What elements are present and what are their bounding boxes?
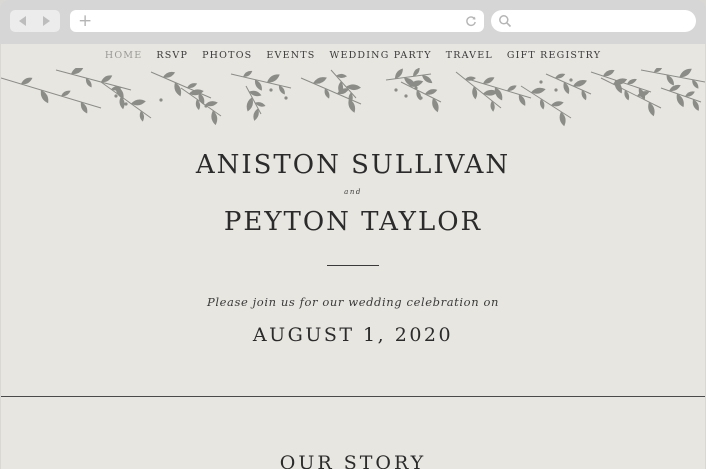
berry-icon bbox=[284, 96, 288, 100]
and-text: and bbox=[344, 188, 362, 196]
wedding-date: AUGUST 1, 2020 bbox=[252, 324, 454, 346]
chevron-left-icon[interactable] bbox=[19, 16, 26, 26]
leaf-icon bbox=[119, 96, 125, 110]
leaf-garland-icon bbox=[1, 68, 705, 127]
section-divider bbox=[1, 396, 705, 397]
leaf-icon bbox=[139, 110, 145, 122]
search-icon bbox=[499, 15, 512, 28]
berry-icon bbox=[554, 88, 558, 92]
nav-item-travel[interactable]: TRAVEL bbox=[446, 44, 493, 68]
stem-icon bbox=[100, 81, 152, 119]
stem-icon bbox=[150, 71, 212, 99]
divider bbox=[327, 265, 379, 266]
address-bar[interactable]: + bbox=[70, 10, 484, 32]
reload-icon[interactable] bbox=[465, 15, 477, 27]
berry-icon bbox=[404, 94, 408, 98]
history-buttons bbox=[10, 10, 60, 32]
chevron-right-icon[interactable] bbox=[43, 16, 50, 26]
nav-item-gift-registry[interactable]: GIFT REGISTRY bbox=[507, 44, 601, 68]
browser-toolbar: + bbox=[0, 0, 706, 44]
nav-item-rsvp[interactable]: RSVP bbox=[156, 44, 188, 68]
berry-icon bbox=[394, 88, 398, 92]
nav-item-home[interactable]: HOME bbox=[105, 44, 143, 68]
berry-icon bbox=[159, 98, 163, 102]
stem-icon bbox=[1, 77, 102, 109]
berry-icon bbox=[539, 80, 543, 84]
stem-icon bbox=[520, 85, 572, 119]
leaf-icon bbox=[211, 110, 218, 126]
berry-icon bbox=[269, 88, 273, 92]
partner-one-name: ANISTON SULLIVAN bbox=[195, 150, 511, 180]
search-input[interactable] bbox=[491, 10, 696, 32]
plus-icon[interactable]: + bbox=[78, 10, 92, 32]
berry-icon bbox=[414, 86, 418, 90]
our-story-heading: OUR STORY bbox=[279, 452, 427, 469]
partner-two-name: PEYTON TAYLOR bbox=[223, 207, 483, 237]
berry-icon bbox=[124, 102, 128, 106]
leaf-icon bbox=[71, 68, 84, 75]
stem-icon bbox=[455, 71, 502, 109]
leaf-icon bbox=[559, 111, 566, 127]
site-nav: HOME RSVP PHOTOS EVENTS WEDDING PARTY TRAVEL G… bbox=[1, 44, 705, 68]
berry-icon bbox=[419, 96, 423, 100]
leaf-icon bbox=[539, 98, 545, 110]
berry-icon bbox=[204, 104, 208, 108]
nav-item-photos[interactable]: PHOTOS bbox=[202, 44, 252, 68]
wedding-website: HOME RSVP PHOTOS EVENTS WEDDING PARTY TRAVEL G… bbox=[1, 44, 705, 469]
nav-item-events[interactable]: EVENTS bbox=[266, 44, 315, 68]
berry-icon bbox=[569, 78, 573, 82]
invitation-text: Please join us for our wedding celebrati… bbox=[207, 295, 499, 309]
berry-icon bbox=[114, 94, 118, 98]
browser-window: + HOME RSVP PHOTOS EVENTS WEDDING PARTY TRAVE… bbox=[0, 0, 706, 469]
nav-item-wedding-party[interactable]: WEDDING PARTY bbox=[330, 44, 432, 68]
